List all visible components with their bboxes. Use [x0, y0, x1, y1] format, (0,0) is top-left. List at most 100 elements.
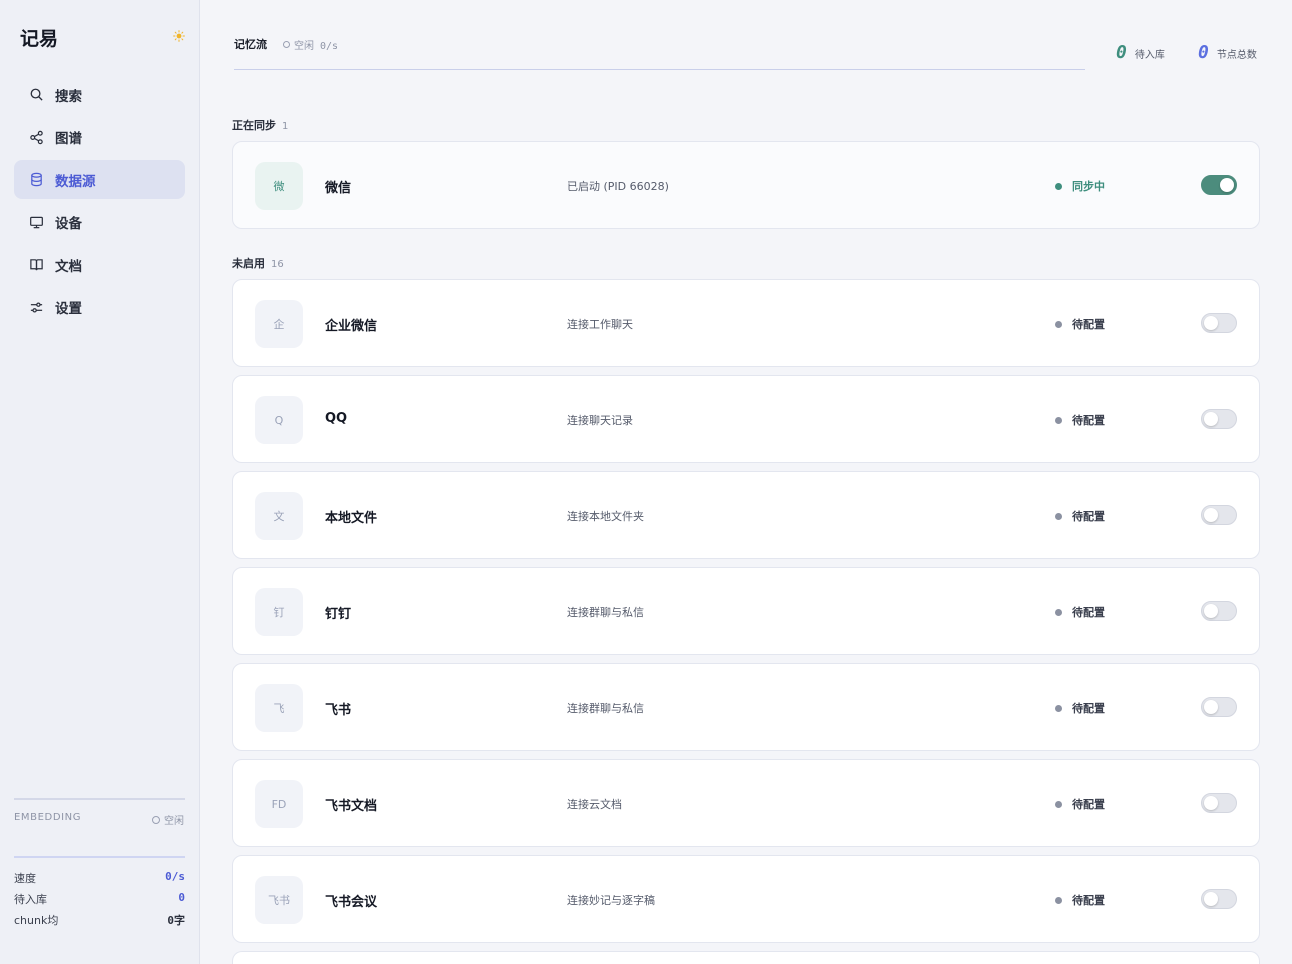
stat-pending: 待入库 0 [14, 891, 185, 907]
stat-label: 速度 [14, 872, 36, 885]
embedding-label: EMBEDDING [14, 812, 82, 823]
source-toggle[interactable] [1201, 697, 1237, 717]
source-name: 飞书会议 [325, 895, 378, 910]
stat-value: 0 [178, 891, 185, 904]
source-badge: 钉 [255, 588, 303, 636]
source-name: 飞书 [325, 703, 352, 718]
page-title: 记忆流 [234, 38, 267, 51]
source-toggle[interactable] [1201, 313, 1237, 333]
source-toggle[interactable] [1201, 601, 1237, 621]
source-toggle[interactable] [1201, 505, 1237, 525]
sliders-icon [28, 299, 44, 315]
sidebar-item-devices[interactable]: 设备 [14, 203, 185, 242]
toggle-knob [1204, 508, 1218, 522]
source-toggle[interactable] [1201, 793, 1237, 813]
source-card-local-files[interactable]: 文 本地文件 连接本地文件夹 待配置 [232, 471, 1260, 559]
embedding-progress-bar [14, 856, 185, 858]
sidebar-item-label: 数据源 [55, 173, 96, 190]
source-name: 钉钉 [325, 607, 352, 622]
sidebar-item-label: 设置 [55, 301, 82, 317]
source-card-feishu-docs[interactable]: FD 飞书文档 连接云文档 待配置 [232, 759, 1260, 847]
source-card-feishu[interactable]: 飞 飞书 连接群聊与私信 待配置 [232, 663, 1260, 751]
pending-count: 0 [1116, 42, 1127, 63]
source-status: 待配置 [1055, 796, 1105, 812]
nodes-label: 节点总数 [1216, 50, 1257, 61]
source-badge: 飞书 [255, 876, 303, 924]
source-status: 待配置 [1055, 604, 1105, 620]
source-card-partial[interactable] [232, 951, 1260, 964]
monitor-icon [28, 214, 44, 230]
toggle-knob [1204, 796, 1218, 810]
nodes-counter: 0 节点总数 [1198, 42, 1257, 63]
source-status: 同步中 [1055, 178, 1105, 194]
source-name: 飞书文档 [325, 799, 378, 814]
sidebar-item-label: 文档 [55, 258, 82, 275]
search-icon [28, 87, 44, 103]
source-toggle[interactable] [1201, 409, 1237, 429]
idle-ring-icon [283, 41, 290, 48]
stream-progress-line [234, 69, 1085, 70]
embedding-status: 空闲 [152, 812, 184, 827]
nodes-count: 0 [1198, 42, 1209, 63]
source-toggle[interactable] [1201, 889, 1237, 909]
source-status: 待配置 [1055, 892, 1105, 908]
sidebar-item-docs[interactable]: 文档 [14, 245, 185, 284]
source-status: 待配置 [1055, 412, 1105, 428]
sidebar-item-graph[interactable]: 图谱 [14, 118, 185, 157]
source-status: 待配置 [1055, 508, 1105, 524]
source-desc: 连接云文档 [567, 798, 622, 811]
source-desc: 连接群聊与私信 [567, 606, 644, 619]
sidebar-item-settings[interactable]: 设置 [14, 288, 185, 327]
status-dot [1055, 512, 1062, 520]
toggle-knob [1204, 700, 1218, 714]
source-name: 企业微信 [325, 319, 378, 334]
source-card-qq[interactable]: Q QQ 连接聊天记录 待配置 [232, 375, 1260, 463]
toggle-knob [1204, 316, 1218, 330]
source-card-feishu-meeting[interactable]: 飞书 飞书会议 连接妙记与逐字稿 待配置 [232, 855, 1260, 943]
source-card-wechat[interactable]: 微 微信 已启动 (PID 66028) 同步中 [232, 141, 1260, 229]
source-status: 待配置 [1055, 316, 1105, 332]
section-syncing-label: 正在同步 1 [232, 119, 289, 132]
source-badge: 文 [255, 492, 303, 540]
source-name: 本地文件 [325, 511, 378, 526]
embedding-divider [14, 798, 185, 800]
source-status: 待配置 [1055, 700, 1105, 716]
status-dot [1055, 608, 1062, 616]
toggle-knob [1220, 178, 1234, 192]
toggle-knob [1204, 892, 1218, 906]
source-desc: 连接妙记与逐字稿 [567, 894, 655, 907]
toggle-knob [1204, 412, 1218, 426]
stat-value: 0/s [165, 870, 185, 883]
app-title: 记易 [20, 28, 59, 50]
sidebar-item-label: 搜索 [55, 88, 82, 105]
sun-icon[interactable] [173, 30, 185, 42]
share-icon [28, 129, 44, 145]
source-desc: 连接聊天记录 [567, 414, 633, 427]
sidebar-item-datasource[interactable]: 数据源 [14, 160, 185, 199]
sidebar-item-label: 图谱 [55, 131, 82, 147]
status-dot [1055, 800, 1062, 808]
status-dot [1055, 416, 1062, 424]
pending-counter: 0 待入库 [1116, 42, 1165, 63]
status-dot [1055, 182, 1062, 190]
source-name: QQ [325, 411, 348, 426]
sidebar: 记易 搜索 图谱 数据源 设备 文档 设置 EMBEDDING 空闲 速度 0/… [0, 0, 200, 964]
source-desc: 连接群聊与私信 [567, 702, 644, 715]
source-badge: FD [255, 780, 303, 828]
source-toggle[interactable] [1201, 175, 1237, 195]
source-card-dingtalk[interactable]: 钉 钉钉 连接群聊与私信 待配置 [232, 567, 1260, 655]
section-disabled-label: 未启用 16 [232, 257, 284, 270]
status-dot [1055, 320, 1062, 328]
database-icon [28, 172, 44, 188]
source-card-wecom[interactable]: 企 企业微信 连接工作聊天 待配置 [232, 279, 1260, 367]
status-dot [1055, 896, 1062, 904]
sidebar-item-label: 设备 [55, 216, 82, 232]
stat-label: chunk均 [14, 914, 59, 927]
source-desc: 已启动 (PID 66028) [567, 180, 669, 193]
toggle-knob [1204, 604, 1218, 618]
book-icon [28, 257, 44, 273]
stat-chunk-avg: chunk均 0字 [14, 912, 185, 928]
stat-value: 0字 [167, 914, 185, 927]
stream-status: 空闲 0/s [283, 37, 338, 52]
sidebar-item-search[interactable]: 搜索 [14, 75, 185, 114]
